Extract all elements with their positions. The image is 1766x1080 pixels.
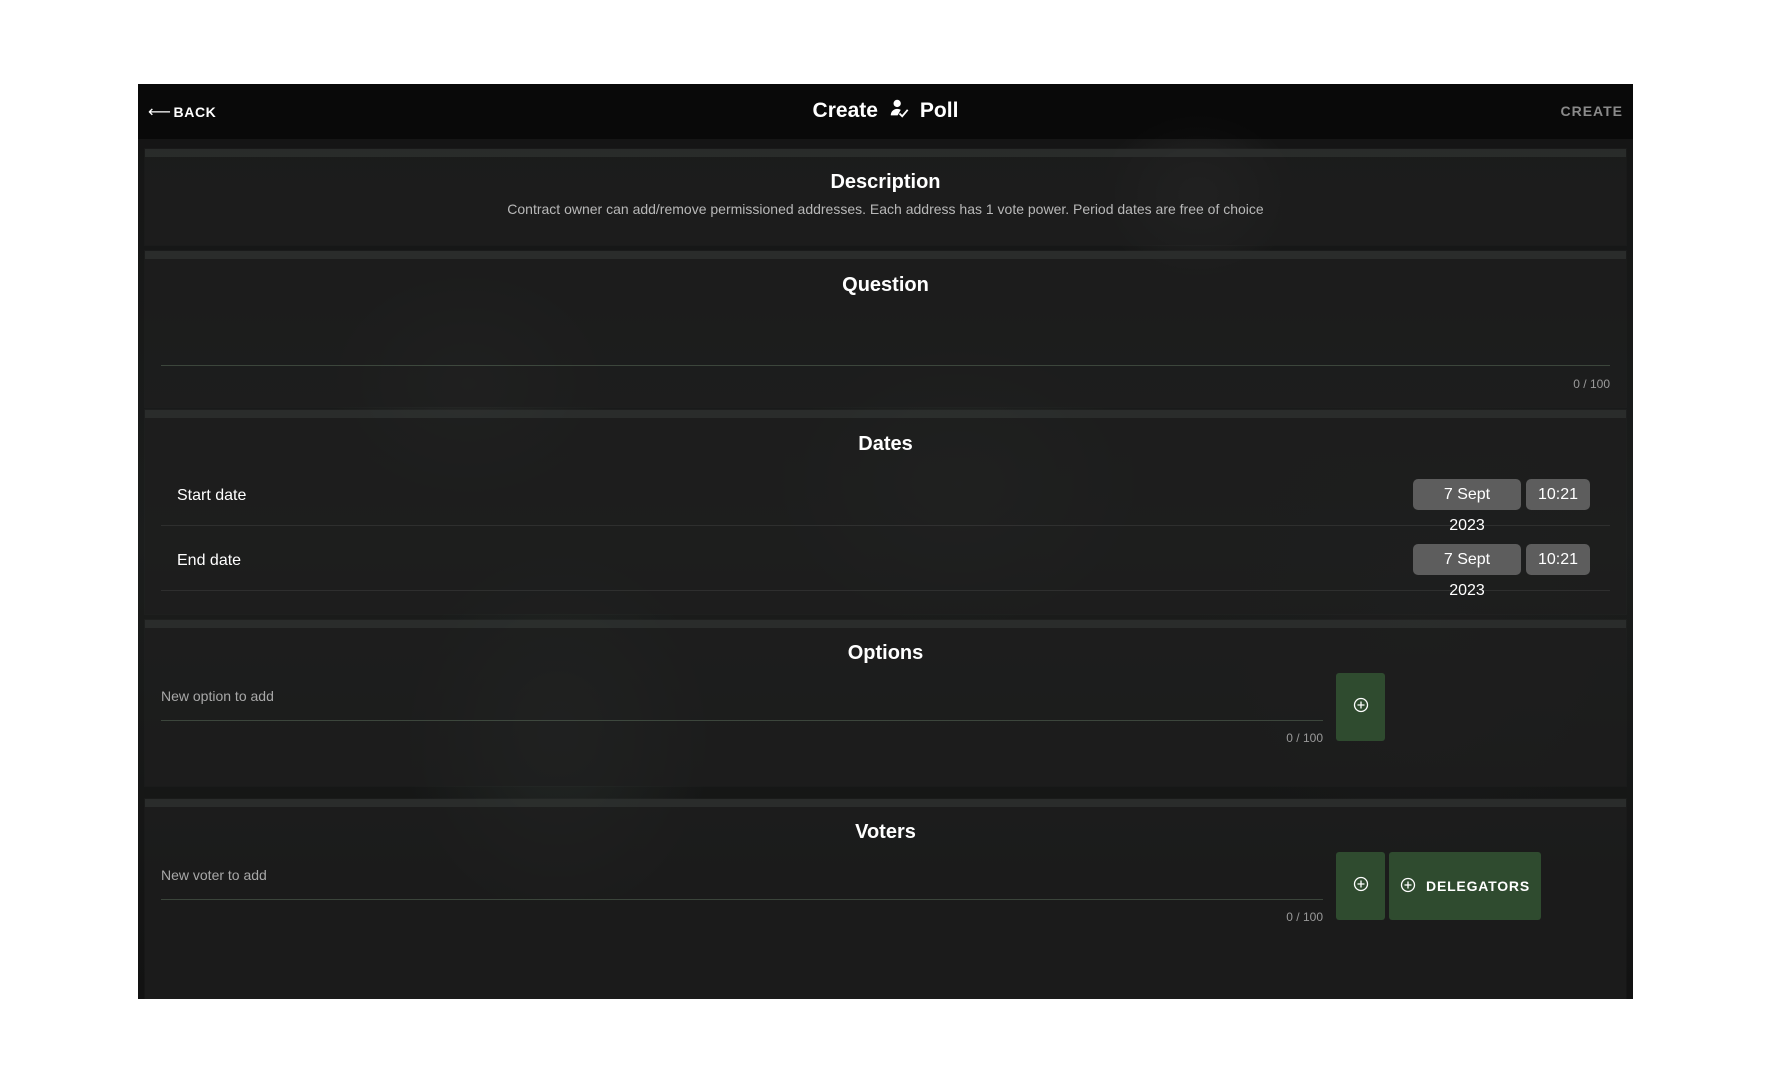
title-create: Create [812, 99, 878, 122]
start-date-chip[interactable]: 7 Sept 2023 [1413, 479, 1521, 534]
options-heading: Options [847, 642, 924, 664]
question-heading: Question [842, 274, 929, 296]
add-option-button[interactable] [1336, 673, 1385, 741]
dates-card: Dates Start date 7 Sept 2023 10:21 End d… [145, 410, 1626, 614]
option-underline [161, 720, 1323, 721]
option-counter: 0 / 100 [1286, 731, 1323, 745]
divider [161, 525, 1610, 526]
add-circle-icon [1353, 876, 1369, 897]
add-circle-icon [1400, 877, 1416, 896]
description-text: Contract owner can add/remove permission… [507, 201, 1264, 217]
divider [161, 590, 1610, 591]
end-time-chip[interactable]: 10:21 [1526, 544, 1590, 575]
start-date-label: Start date [177, 487, 247, 504]
start-time-chip[interactable]: 10:21 [1526, 479, 1590, 510]
add-voter-button[interactable] [1336, 852, 1385, 920]
voter-underline [161, 899, 1323, 900]
voter-input[interactable]: New voter to add [161, 867, 267, 883]
add-delegators-button[interactable]: DELEGATORS [1389, 852, 1541, 920]
page-title: Create Poll [138, 97, 1633, 125]
description-heading: Description [830, 171, 941, 193]
title-poll: Poll [919, 99, 959, 122]
create-button[interactable]: CREATE [1560, 103, 1623, 119]
question-input[interactable] [161, 311, 1610, 365]
question-counter: 0 / 100 [1573, 377, 1610, 391]
person-check-icon [888, 97, 910, 125]
voters-card: Voters New voter to add 0 / 100 DELEGATO… [145, 799, 1626, 999]
end-date-chip[interactable]: 7 Sept 2023 [1413, 544, 1521, 599]
description-card: Description Contract owner can add/remov… [145, 149, 1626, 245]
add-circle-icon [1353, 697, 1369, 718]
delegators-label: DELEGATORS [1426, 878, 1530, 894]
voters-heading: Voters [855, 821, 916, 843]
app-window: ⟵ BACK Create Poll CREATE Description Co… [138, 84, 1633, 999]
options-card: Options New option to add 0 / 100 [145, 620, 1626, 786]
voter-counter: 0 / 100 [1286, 910, 1323, 924]
question-card: Question 0 / 100 [145, 251, 1626, 407]
option-input[interactable]: New option to add [161, 688, 274, 704]
top-bar: ⟵ BACK Create Poll CREATE [138, 84, 1633, 139]
question-underline [161, 365, 1610, 366]
dates-heading: Dates [858, 433, 913, 455]
end-date-label: End date [177, 552, 242, 569]
